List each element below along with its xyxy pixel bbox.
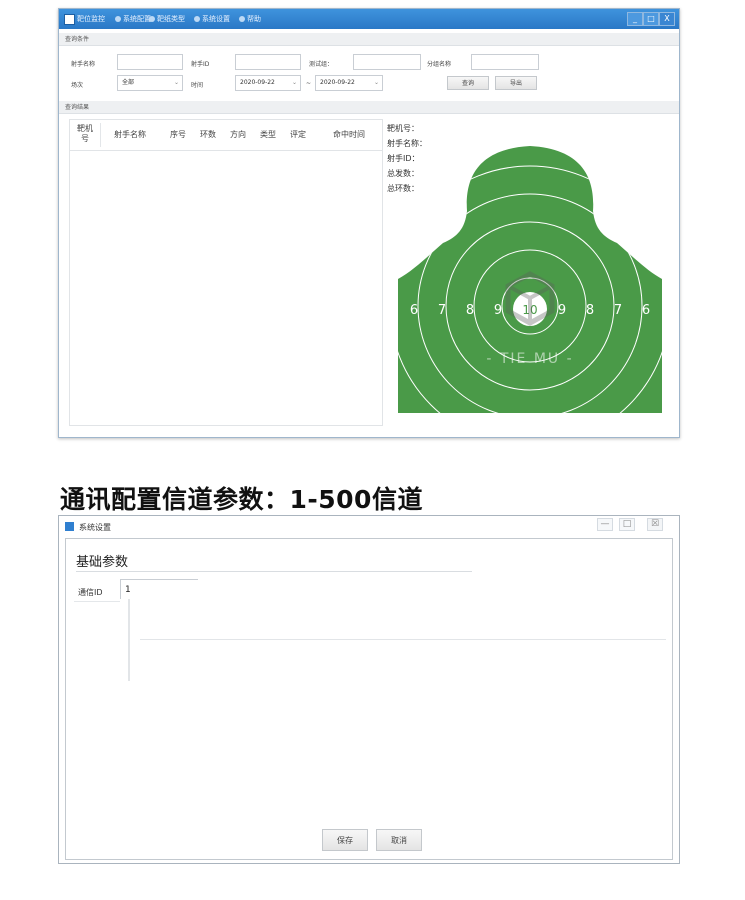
target-image: 6 7 8 9 9 8 7 6 10 - TIE MU -: [398, 146, 662, 413]
menu-item-target-type[interactable]: 靶纸类型: [157, 14, 185, 24]
title-bar: 系统设置 — □ ☒: [59, 516, 679, 536]
column-divider: [100, 123, 101, 147]
shooter-id-label: 射手ID: [191, 61, 210, 68]
menu-dot-icon: [194, 16, 200, 22]
group-name-input[interactable]: [471, 54, 539, 70]
time-label: 时间: [191, 82, 204, 89]
group-name-label: 分组名称: [427, 61, 452, 68]
query-button[interactable]: 查询: [447, 76, 489, 90]
close-button[interactable]: ☒: [647, 518, 663, 531]
results-table: 靶机号 射手名称 序号 环数 方向 类型 评定 命中时间: [69, 119, 383, 426]
menu-dot-icon: [149, 16, 155, 22]
date-to-picker[interactable]: 2020-09-22 ⌄: [315, 75, 383, 91]
column-hit-time[interactable]: 命中时间: [320, 129, 378, 140]
date-to-value: 2020-09-22: [320, 79, 355, 86]
column-target-id[interactable]: 靶机号: [74, 124, 96, 144]
test-group-input[interactable]: [353, 54, 421, 70]
ring-number: 7: [614, 303, 622, 318]
test-group-label: 测试组：: [309, 61, 334, 68]
ring-number: 9: [558, 303, 566, 318]
field-guide-line: [128, 599, 130, 681]
app-icon: [65, 522, 74, 531]
section-title: 基础参数: [76, 555, 129, 570]
maximize-button[interactable]: □: [643, 12, 659, 26]
date-separator: ~: [306, 80, 312, 87]
save-button[interactable]: 保存: [322, 829, 368, 851]
minimize-button[interactable]: _: [627, 12, 643, 26]
shooter-name-label: 射手名称: [71, 61, 96, 68]
section-divider: [76, 571, 472, 572]
session-select[interactable]: 全部 ⌄: [117, 75, 183, 91]
results-section-header: 查询结果: [59, 101, 679, 114]
session-select-value: 全部: [122, 79, 135, 86]
ring-number: 7: [438, 303, 446, 318]
maximize-button[interactable]: □: [619, 518, 635, 531]
target-monitor-window: 靶位监控 系统配置 靶纸类型 系统设置 帮助 _ □ X 查询条件 射手名称 射…: [58, 8, 680, 438]
window-title: 系统设置: [79, 523, 111, 532]
chevron-down-icon: ⌄: [173, 79, 179, 86]
target-silhouette: [398, 146, 662, 413]
table-header: 靶机号 射手名称 序号 环数 方向 类型 评定 命中时间: [70, 120, 382, 151]
ring-number: 6: [410, 303, 418, 318]
system-settings-window: 系统设置 — □ ☒ 基础参数 通信ID 1 保存 取消: [58, 515, 680, 864]
channel-id-input[interactable]: 1: [120, 579, 198, 599]
column-direction[interactable]: 方向: [224, 129, 252, 140]
chevron-down-icon: ⌄: [373, 79, 379, 86]
date-from-value: 2020-09-22: [240, 79, 275, 86]
shooter-id-input[interactable]: [235, 54, 301, 70]
settings-panel: 基础参数 通信ID 1 保存 取消: [65, 538, 673, 860]
watermark-text: - TIE MU -: [486, 351, 573, 367]
column-seq[interactable]: 序号: [164, 129, 192, 140]
query-section-header: 查询条件: [59, 33, 679, 46]
label-underline: [74, 601, 120, 602]
chevron-down-icon: ⌄: [291, 79, 297, 86]
close-button[interactable]: X: [659, 12, 675, 26]
ring-number: 8: [466, 303, 474, 318]
ring-number: 9: [494, 303, 502, 318]
column-rings[interactable]: 环数: [194, 129, 222, 140]
minimize-button[interactable]: —: [597, 518, 613, 531]
ring-number: 6: [642, 303, 650, 318]
menu-item-help[interactable]: 帮助: [247, 14, 261, 24]
session-label: 场次: [71, 82, 84, 89]
content-divider: [140, 639, 666, 640]
menu-item-system-settings[interactable]: 系统设置: [202, 14, 230, 24]
menu-dot-icon: [115, 16, 121, 22]
column-rating[interactable]: 评定: [284, 129, 312, 140]
ring-number: 8: [586, 303, 594, 318]
window-title: 靶位监控: [77, 15, 105, 23]
cancel-button[interactable]: 取消: [376, 829, 422, 851]
shooter-name-input[interactable]: [117, 54, 183, 70]
export-button[interactable]: 导出: [495, 76, 537, 90]
date-from-picker[interactable]: 2020-09-22 ⌄: [235, 75, 301, 91]
channel-id-label: 通信ID: [78, 588, 103, 597]
app-icon: [64, 14, 75, 25]
page-heading: 通讯配置信道参数：1-500信道: [60, 485, 423, 514]
column-type[interactable]: 类型: [254, 129, 282, 140]
title-bar: 靶位监控 系统配置 靶纸类型 系统设置 帮助 _ □ X: [59, 9, 679, 29]
column-shooter-name[interactable]: 射手名称: [104, 129, 156, 140]
menu-dot-icon: [239, 16, 245, 22]
menu-item-config[interactable]: 系统配置: [123, 14, 151, 24]
info-target-id-label: 靶机号：: [387, 124, 419, 133]
